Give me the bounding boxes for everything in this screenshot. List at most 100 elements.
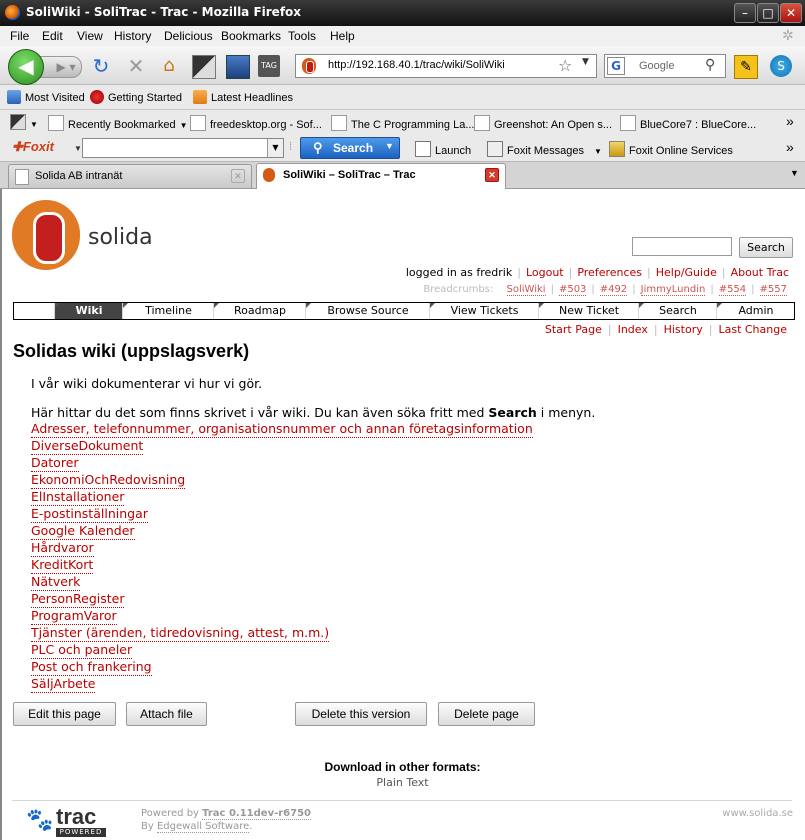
foxit-messages-button[interactable]: Foxit Messages ▼ (487, 141, 602, 157)
edit-page-button[interactable]: Edit this page (13, 702, 116, 726)
delete-version-button[interactable]: Delete this version (295, 702, 427, 726)
logout-link[interactable]: Logout (526, 266, 564, 279)
pen-tool-icon[interactable]: ✎ (734, 55, 758, 79)
breadcrumb-link[interactable]: SoliWiki (506, 284, 546, 296)
start-page-link[interactable]: Start Page (545, 323, 602, 336)
breadcrumb-link[interactable]: #557 (759, 284, 787, 296)
chevron-down-icon[interactable]: ▼ (267, 139, 283, 157)
foxit-launch-button[interactable]: Launch (415, 141, 471, 157)
web-search-input[interactable]: Google (639, 60, 674, 72)
tab-solida-intranet[interactable]: Solida AB intranät ✕ (8, 164, 252, 188)
site-search-button[interactable]: Search (739, 237, 793, 258)
foxit-online-services-button[interactable]: Foxit Online Services (609, 141, 733, 157)
bookmark-star-icon[interactable]: ☆ (558, 56, 572, 75)
url-text[interactable]: http://192.168.40.1/trac/wiki/SoliWiki (328, 59, 505, 71)
tab-view-tickets[interactable]: View Tickets (429, 303, 539, 319)
menu-view[interactable]: View (77, 29, 103, 43)
edgewall-link[interactable]: Edgewall Software (156, 821, 250, 833)
tab-soliwiki[interactable]: SoliWiki – SoliTrac – Trac ✕ (256, 163, 506, 189)
last-change-link[interactable]: Last Change (718, 323, 787, 336)
wiki-link[interactable]: Tjänster (ärenden, tidredovisning, attes… (31, 625, 330, 642)
bookmark-getting-started[interactable]: Getting Started (90, 90, 182, 104)
close-tab-icon[interactable]: ✕ (231, 169, 245, 183)
preferences-link[interactable]: Preferences (577, 266, 642, 279)
bookmark-recently-bookmarked[interactable]: Recently Bookmarked ▼ (48, 115, 188, 131)
wiki-link[interactable]: E-postinställningar (31, 506, 148, 523)
wiki-link[interactable]: KreditKort (31, 557, 94, 574)
dropdown-icon[interactable]: ▼ (385, 141, 394, 151)
wiki-link[interactable]: Google Kalender (31, 523, 135, 540)
tab-search[interactable]: Search (638, 303, 717, 319)
tab-admin[interactable]: Admin (716, 303, 795, 319)
wiki-link[interactable]: DiverseDokument (31, 438, 144, 455)
forward-button[interactable]: ▶ ▾ (40, 56, 82, 78)
trac-logo[interactable]: trac (56, 804, 96, 830)
wiki-link[interactable]: Post och frankering (31, 659, 152, 676)
home-icon[interactable]: ⌂ (158, 55, 180, 77)
wiki-link[interactable]: ProgramVaror (31, 608, 117, 625)
tab-new-ticket[interactable]: New Ticket (538, 303, 639, 319)
foxit-search-button[interactable]: ⚲ Search ▼ (300, 137, 400, 159)
wiki-link[interactable]: Hårdvaror (31, 540, 94, 557)
wiki-link[interactable]: Nätverk (31, 574, 81, 591)
breadcrumb-link[interactable]: #492 (599, 284, 628, 296)
menu-edit[interactable]: Edit (42, 29, 63, 43)
skype-icon[interactable]: S (770, 55, 792, 77)
help-guide-link[interactable]: Help/Guide (656, 266, 717, 279)
tab-browse-source[interactable]: Browse Source (305, 303, 430, 319)
bookmark-most-visited[interactable]: Most Visited (7, 90, 85, 104)
minimize-button[interactable]: – (734, 3, 756, 23)
bookmark-c-programming[interactable]: The C Programming La... (331, 115, 475, 131)
wiki-link[interactable]: SäljArbete (31, 676, 96, 693)
google-icon[interactable]: G (607, 57, 625, 75)
stop-icon[interactable]: ✕ (125, 55, 147, 77)
wiki-link[interactable]: EkonomiOchRedovisning (31, 472, 186, 489)
site-search-input[interactable] (632, 237, 732, 256)
maximize-button[interactable]: □ (757, 3, 779, 23)
wiki-link[interactable]: ElInstallationer (31, 489, 125, 506)
tag-icon[interactable]: TAG (258, 55, 280, 77)
breadcrumb-link[interactable]: JimmyLundin (640, 284, 706, 296)
url-bar[interactable]: http://192.168.40.1/trac/wiki/SoliWiki ☆… (295, 54, 597, 78)
greenshot-icon[interactable] (192, 55, 216, 79)
attach-file-button[interactable]: Attach file (126, 702, 207, 726)
menu-bookmarks[interactable]: Bookmarks (221, 29, 281, 43)
index-link[interactable]: Index (618, 323, 648, 336)
wiki-link[interactable]: PersonRegister (31, 591, 125, 608)
back-button[interactable]: ◀ (8, 49, 44, 85)
breadcrumb-link[interactable]: #554 (718, 284, 747, 296)
wiki-link[interactable]: Adresser, telefonnummer, organisationsnu… (31, 421, 533, 438)
menu-help[interactable]: Help (330, 29, 355, 43)
menu-file[interactable]: File (10, 29, 29, 43)
wiki-link[interactable]: PLC och paneler (31, 642, 133, 659)
reload-icon[interactable]: ↻ (90, 55, 112, 77)
wiki-link[interactable]: Datorer (31, 455, 79, 472)
foxit-search-input[interactable]: ▼ (82, 138, 284, 158)
bookmark-latest-headlines[interactable]: Latest Headlines (193, 90, 293, 104)
tab-list-icon[interactable]: ▼ (790, 168, 799, 178)
search-icon[interactable]: ⚲ (705, 57, 715, 73)
menu-tools[interactable]: Tools (288, 29, 316, 43)
history-link[interactable]: History (664, 323, 703, 336)
trac-version-link[interactable]: Trac 0.11dev-r6750 (202, 808, 311, 820)
bookmark-bluecore[interactable]: BlueCore7 : BlueCore... (620, 115, 756, 131)
site-name[interactable]: solida (88, 225, 153, 250)
delicious-menu[interactable]: ▼ (10, 114, 38, 130)
url-dropdown-icon[interactable]: ▼ (582, 57, 589, 67)
tab-roadmap[interactable]: Roadmap (213, 303, 306, 319)
tab-timeline[interactable]: Timeline (122, 303, 214, 319)
trac-paw-icon[interactable]: 🐾 (26, 808, 53, 833)
foxit-logo[interactable]: ✚Foxit ▼ (12, 139, 82, 155)
breadcrumb-link[interactable]: #503 (558, 284, 587, 296)
bookmark-greenshot[interactable]: Greenshot: An Open s... (474, 115, 612, 131)
bookmark-freedesktop[interactable]: freedesktop.org - Sof... (190, 115, 322, 131)
tab-wiki[interactable]: Wiki (54, 303, 123, 319)
web-search-box[interactable]: G Google ⚲ (604, 54, 726, 78)
close-tab-icon[interactable]: ✕ (485, 168, 499, 182)
bookmarks-overflow-icon[interactable]: » (786, 113, 794, 129)
about-trac-link[interactable]: About Trac (731, 266, 789, 279)
delicious-icon[interactable] (226, 55, 250, 79)
delete-page-button[interactable]: Delete page (438, 702, 535, 726)
close-window-button[interactable]: ✕ (780, 3, 802, 23)
menu-history[interactable]: History (114, 29, 151, 43)
